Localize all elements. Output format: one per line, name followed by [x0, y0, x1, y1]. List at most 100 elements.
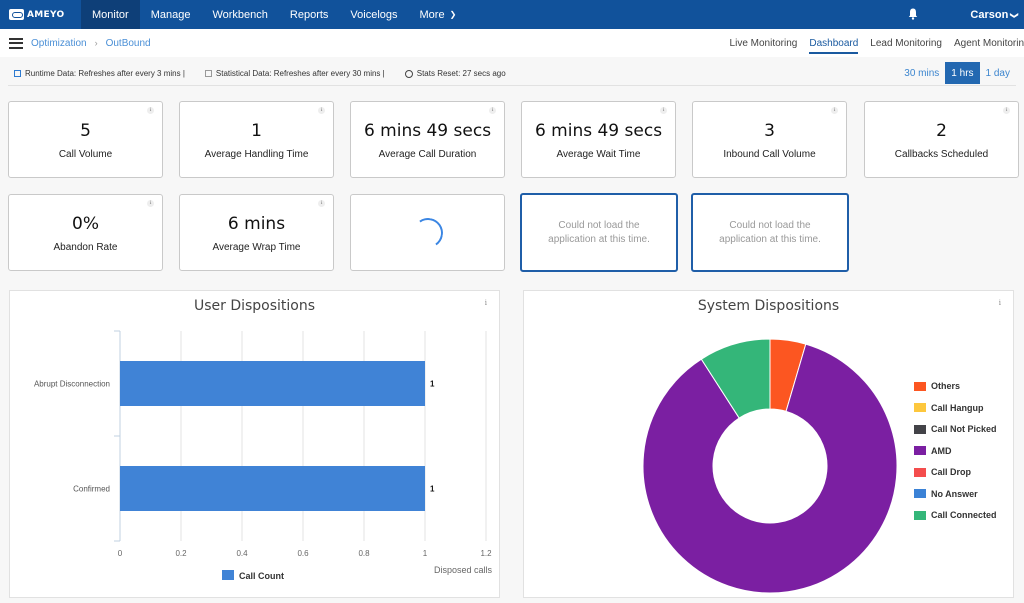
legend-item[interactable]: Call Drop [914, 467, 971, 477]
kpi-value: 3 [764, 121, 775, 141]
kpi-label: Inbound Call Volume [723, 149, 816, 160]
range-1-hrs[interactable]: 1 hrs [945, 62, 980, 84]
category-label: Abrupt Disconnection [34, 380, 110, 389]
legend-label[interactable]: Call Count [239, 571, 284, 581]
user-dispositions-panel: User Dispositions i 0 0.2 0.4 0.6 0.8 1 1.2 Abr… [9, 290, 500, 598]
chevron-down-icon: ❯ [1010, 11, 1020, 19]
category-label: Confirmed [73, 485, 110, 494]
chevron-down-icon: ❯ [449, 10, 457, 19]
x-tick-label: 0.2 [175, 549, 187, 558]
user-menu[interactable]: Carson ❯ [970, 9, 1020, 21]
legend-label: No Answer [931, 488, 978, 499]
kpi-value: 6 mins [227, 214, 286, 234]
nav-label: Manage [150, 8, 191, 21]
tab-agent-monitoring[interactable]: Agent Monitoring [948, 29, 1024, 57]
legend-swatch [914, 467, 926, 477]
kpi-card-average-call-duration: i 6 mins 49 secs Average Call Duration [350, 101, 505, 178]
kpi-card-average-wait-time: i 6 mins 49 secs Average Wait Time [521, 101, 676, 178]
legend-item[interactable]: Others [914, 381, 960, 391]
legend-swatch [914, 403, 926, 412]
info-icon[interactable]: i [660, 107, 667, 114]
top-nav-bar: AMEYO Monitor Manage Workbench Reports V… [0, 0, 1024, 29]
legend-label: Call Hangup [931, 402, 984, 413]
legend-swatch [914, 446, 926, 455]
breadcrumb-outbound[interactable]: OutBound [106, 38, 151, 49]
legend-swatch [914, 489, 926, 498]
legend-swatch [914, 381, 926, 391]
data-label: 1 [430, 485, 435, 494]
stats-reset-status: Stats Reset: 27 secs ago [404, 69, 506, 78]
reset-text: Stats Reset: 27 secs ago [416, 69, 506, 78]
legend-swatch[interactable] [222, 570, 234, 580]
nav-more[interactable]: More ❯ [409, 0, 468, 29]
time-range-selector: 30 mins 1 hrs 1 day [898, 62, 1016, 84]
info-icon[interactable]: i [147, 200, 154, 207]
chevron-right-icon: › [94, 38, 98, 48]
bell-icon[interactable] [906, 8, 920, 22]
ameyo-logo[interactable]: AMEYO [0, 0, 81, 29]
info-icon[interactable]: i [1003, 107, 1010, 114]
nav-manage[interactable]: Manage [140, 0, 202, 29]
kpi-label: Abandon Rate [53, 242, 118, 253]
kpi-card-abandon-rate: i 0% Abandon Rate [8, 194, 163, 271]
range-1-day[interactable]: 1 day [980, 62, 1016, 84]
x-tick-label: 0 [118, 549, 123, 558]
error-message: Could not load the application at this t… [719, 220, 821, 245]
info-icon[interactable]: i [147, 107, 154, 114]
x-tick-label: 0.8 [358, 549, 370, 558]
nav-voicelogs[interactable]: Voicelogs [339, 0, 408, 29]
error-message: Could not load the application at this t… [548, 220, 650, 245]
kpi-card-average-wrap-time: i 6 mins Average Wrap Time [179, 194, 334, 271]
x-axis-title: Disposed calls [434, 565, 493, 575]
kpi-card-average-handling-time: i 1 Average Handling Time [179, 101, 334, 178]
x-tick-label: 1.2 [480, 549, 492, 558]
kpi-card-inbound-call-volume: i 3 Inbound Call Volume [692, 101, 847, 178]
nav-label: Monitor [92, 8, 129, 21]
kpi-card-call-volume: i 5 Call Volume [8, 101, 163, 178]
kpi-label: Call Volume [58, 149, 113, 160]
statistical-square-icon [204, 70, 212, 77]
breadcrumb-optimization[interactable]: Optimization [31, 38, 87, 49]
kpi-label: Average Call Duration [378, 149, 477, 160]
kpi-card-loading [350, 194, 505, 271]
x-tick-label: 0.6 [297, 549, 309, 558]
x-tick-label: 1 [423, 549, 428, 558]
runtime-data-status: Runtime Data: Refreshes after every 3 mi… [14, 69, 185, 78]
legend-label: Call Not Picked [931, 424, 997, 434]
bar[interactable] [120, 466, 425, 511]
info-icon[interactable]: i [318, 200, 325, 207]
loading-spinner-icon [410, 215, 445, 251]
runtime-text: Runtime Data: Refreshes after every 3 mi… [25, 69, 185, 78]
kpi-value: 6 mins 49 secs [534, 121, 663, 141]
runtime-square-icon [14, 70, 21, 77]
history-icon [404, 69, 413, 78]
legend-item[interactable]: Call Connected [914, 510, 997, 520]
kpi-label: Average Wrap Time [212, 242, 301, 253]
legend-item[interactable]: AMD [914, 446, 952, 456]
tab-live-monitoring[interactable]: Live Monitoring [724, 29, 804, 57]
info-icon[interactable]: i [489, 107, 496, 114]
kpi-card-callbacks-scheduled: i 2 Callbacks Scheduled [864, 101, 1019, 178]
nav-reports[interactable]: Reports [279, 0, 340, 29]
tab-lead-monitoring[interactable]: Lead Monitoring [864, 29, 948, 57]
menu-icon[interactable] [9, 37, 23, 49]
legend-item[interactable]: No Answer [914, 489, 978, 499]
kpi-label: Average Wait Time [556, 149, 641, 160]
legend-item[interactable]: Call Not Picked [914, 424, 997, 434]
tab-dashboard[interactable]: Dashboard [803, 29, 864, 57]
legend-swatch [914, 510, 926, 520]
info-icon[interactable]: i [318, 107, 325, 114]
statistical-text: Statistical Data: Refreshes after every … [215, 69, 385, 78]
range-30-mins[interactable]: 30 mins [898, 62, 945, 84]
kpi-value: 5 [80, 121, 91, 141]
kpi-value: 6 mins 49 secs [363, 121, 492, 141]
legend-item[interactable]: Call Hangup [914, 403, 984, 413]
kpi-value: 2 [936, 121, 947, 141]
bar[interactable] [120, 361, 425, 406]
kpi-value: 1 [251, 121, 262, 141]
legend-label: Call Drop [931, 467, 972, 477]
legend-label: Call Connected [931, 510, 997, 520]
nav-workbench[interactable]: Workbench [201, 0, 278, 29]
nav-monitor[interactable]: Monitor [81, 0, 140, 29]
info-icon[interactable]: i [831, 107, 838, 114]
